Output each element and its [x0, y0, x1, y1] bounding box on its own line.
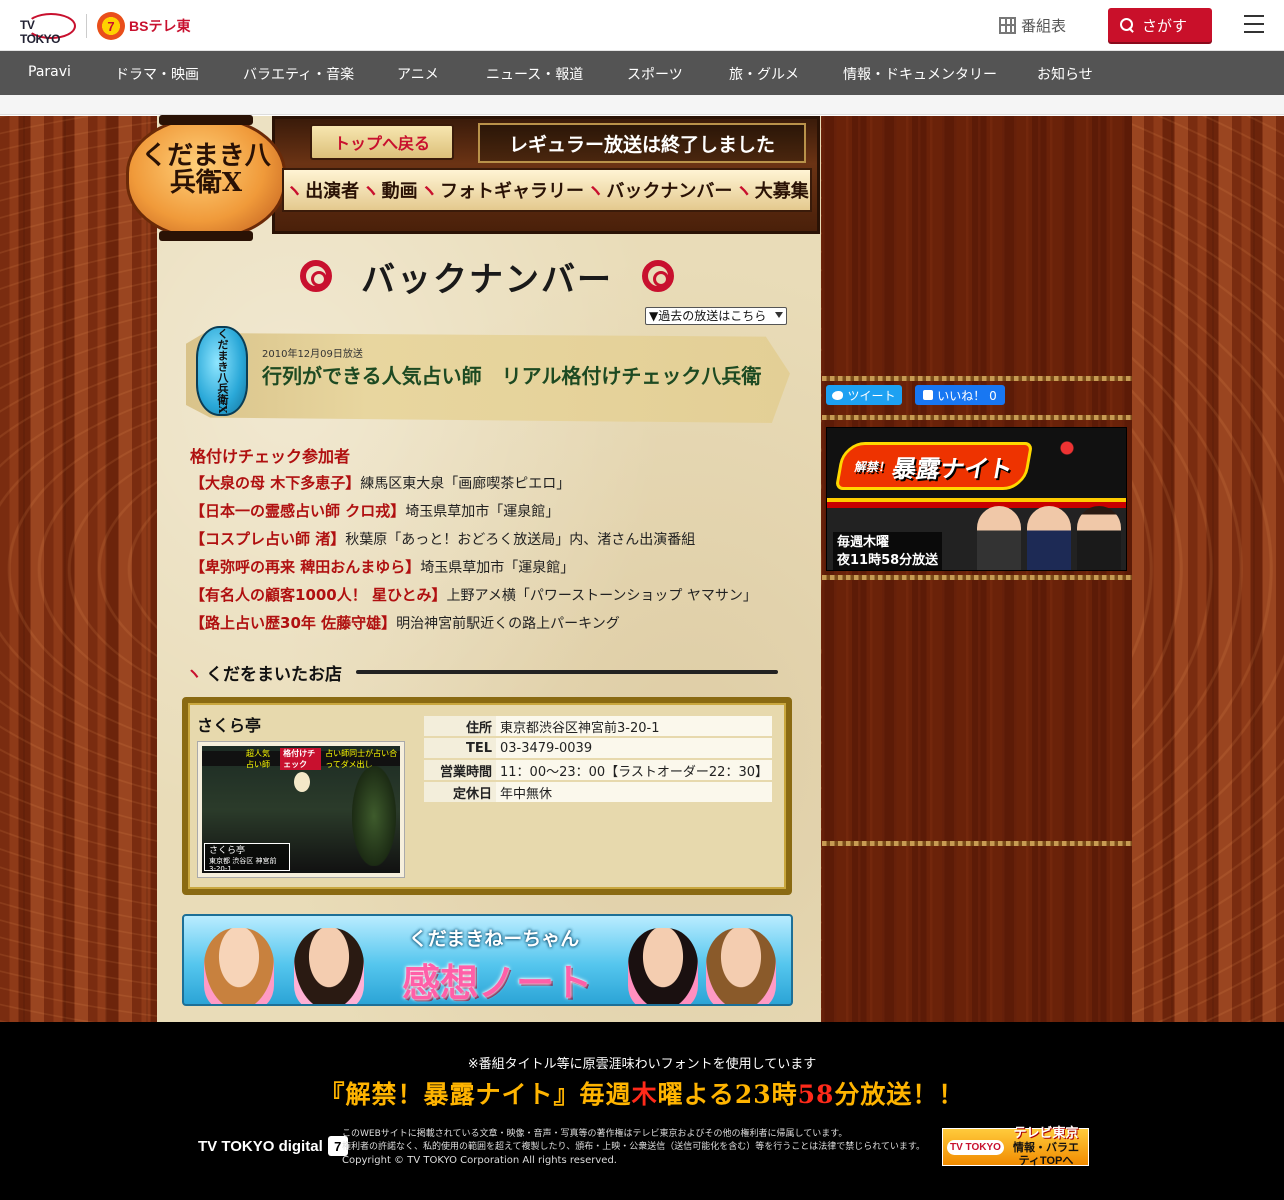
person-image [628, 928, 698, 1004]
episode-title: 行列ができる人気占い師 リアル格付けチェック八兵衛 [262, 364, 762, 388]
program-guide-label: 番組表 [1021, 17, 1067, 35]
list-item: 【コスプレ占い師 渚】秋葉原「あっと！おどろく放送局」内、渚さん出演番組 [190, 530, 696, 548]
ended-notice: レギュラー放送は終了しました [478, 123, 806, 163]
show-nav-video[interactable]: ヽ動画 [362, 177, 418, 203]
genre-nav: Paravi ドラマ・映画 バラエティ・音楽 アニメ ニュース・報道 スポーツ … [0, 51, 1284, 95]
kansou-line2: 感想ノート [401, 960, 592, 1005]
logo-divider [86, 14, 87, 38]
table-row: TEL 03-3479-0039 [424, 738, 772, 758]
like-button[interactable]: いいね！ 0 [915, 385, 1005, 405]
kansou-note-banner[interactable]: くだまきねーちゃん 感想ノート [182, 914, 793, 1006]
nav-item-news-notice[interactable]: お知らせ [1037, 64, 1093, 84]
show-nav: ヽ出演者 ヽ動画 ヽフォトギャラリー ヽバックナンバー ヽ大募集 [282, 168, 812, 212]
shop-name: さくら亭 [197, 716, 262, 735]
show-nav-recruit[interactable]: ヽ大募集 [735, 177, 809, 203]
lantern-icon [294, 772, 310, 792]
font-note: ※番組タイトル等に原雲涯味わいフォントを使用しています [467, 1057, 817, 1072]
list-item: 【大泉の母 木下多恵子】練馬区東大泉「画廊喫茶ピエロ」 [190, 474, 571, 492]
footer-promo: 『解禁！暴露ナイト』毎週木曜よる23時58分放送！！ [319, 1080, 965, 1109]
show-title: くだまき八兵衛X [141, 141, 271, 199]
show-nav-backnumber[interactable]: ヽバックナンバー [586, 177, 732, 203]
grid-icon [999, 17, 1016, 34]
bs-logo-text: BSテレ東 [129, 18, 191, 34]
tvtokyo-logo[interactable]: TV TOKYO [20, 11, 77, 46]
broadcast-time: 毎週木曜 夜11時58分放送 [833, 532, 943, 570]
tvtokyo-logo-text: TV TOKYO [20, 18, 60, 46]
nav-item-travel[interactable]: 旅・グルメ [729, 64, 799, 84]
brush-line [356, 670, 778, 674]
shop-section-title: くだをまいたお店 [206, 664, 343, 685]
person-image [1027, 506, 1071, 570]
rail-divider [822, 415, 1132, 420]
swirl-right-icon [642, 260, 674, 292]
page-heading: バックナンバー [300, 254, 674, 300]
page-title: バックナンバー [361, 259, 613, 300]
tick-icon: ヽ [186, 664, 203, 683]
shop-section-heading: ヽ くだをまいたお店 [186, 660, 786, 685]
site-footer [0, 1022, 1284, 1200]
archive-select-value: ▼過去の放送はこちら [649, 309, 767, 323]
lantern-cap-top [159, 115, 253, 125]
rail-divider [822, 575, 1132, 580]
social-buttons: ツイート いいね！ 0 [826, 385, 1005, 405]
bs-badge-icon: 7 [97, 12, 125, 40]
person-image [1077, 506, 1121, 570]
person-image [204, 928, 274, 1004]
shop-photo: 超人気占い師 格付けチェック 占い師同士が占い合ってダメ出し さくら亭 東京都 渋谷区… [197, 741, 405, 878]
lantern-cap-bottom [159, 231, 253, 241]
nav-item-sports[interactable]: スポーツ [627, 64, 683, 84]
episode-date: 2010年12月09日放送 [262, 349, 363, 360]
search-label: さがす [1142, 16, 1188, 35]
rail-divider [822, 376, 1132, 381]
photo-caption-strip: 超人気占い師 格付けチェック 占い師同士が占い合ってダメ出し [202, 747, 400, 770]
twitter-bird-icon [832, 390, 844, 400]
list-item: 【有名人の顧客1000人！ 星ひとみ】上野アメ横「パワーストーンショップ ヤマサ… [190, 586, 757, 604]
list-item: 【卑弥呼の再来 稗田おんまゆら】埼玉県草加市「運泉館」 [190, 558, 575, 576]
search-icon [1120, 18, 1134, 32]
rail-divider [822, 841, 1132, 846]
tweet-button[interactable]: ツイート [826, 385, 902, 405]
person-image [294, 928, 364, 1004]
site-header: TV TOKYO 7 BSテレ東 番組表 さがす [0, 0, 1284, 51]
blue-lantern-icon: くだまき八兵衛X [196, 326, 248, 416]
kansou-line1: くだまきねーちゃん [408, 928, 580, 950]
copyright: このWEBサイトに掲載されている文章・映像・音声・写真等の著作権はテレビ東京およ… [342, 1129, 926, 1167]
participants-list: 格付けチェック参加者 【大泉の母 木下多恵子】練馬区東大泉「画廊喫茶ピエロ」 【… [190, 443, 757, 641]
table-row: 住所 東京都渋谷区神宮前3-20-1 [424, 716, 772, 736]
sub-bar [0, 95, 1284, 115]
search-button[interactable]: さがす [1108, 8, 1212, 42]
show-logo-lantern[interactable]: くだまき八兵衛X [126, 115, 286, 241]
nav-item-documentary[interactable]: 情報・ドキュメンタリー [843, 64, 997, 84]
tvtokyo-variety-top-link[interactable]: TV TOKYO テレビ東京 情報・バラエティTOPへ [942, 1125, 1089, 1167]
bakuro-night-banner[interactable]: 解禁！ 暴露ナイト 毎週木曜 夜11時58分放送 [826, 427, 1127, 571]
person-image [706, 928, 776, 1004]
person-image [977, 506, 1021, 570]
tree-shape [352, 766, 396, 866]
back-to-top-button[interactable]: トップへ戻る [310, 124, 454, 160]
table-row: 定休日 年中無休 [424, 782, 772, 802]
list-item: 【路上占い歴30年 佐藤守雄】明治神宮前駅近くの路上パーキング [190, 614, 620, 632]
nav-item-drama[interactable]: ドラマ・映画 [115, 64, 199, 84]
participants-heading: 格付けチェック参加者 [190, 447, 351, 466]
tvtokyo-small-logo: TV TOKYO [947, 1139, 1004, 1155]
nav-item-paravi[interactable]: Paravi [28, 64, 71, 80]
shop-info-table: 住所 東京都渋谷区神宮前3-20-1 TEL 03-3479-0039 営業時間 11… [424, 714, 772, 804]
nav-item-variety[interactable]: バラエティ・音楽 [243, 64, 354, 84]
tvtokyo-digital-logo[interactable]: TV TOKYO digital 7 [198, 1136, 348, 1156]
show-nav-photo[interactable]: ヽフォトギャラリー [420, 177, 584, 203]
menu-icon[interactable] [1244, 15, 1264, 33]
photo-shop-label: さくら亭 東京都 渋谷区 神宮前 3-20-1 [204, 843, 290, 873]
bs-tvtokyo-logo[interactable]: 7 BSテレ東 [97, 11, 190, 41]
list-item: 【日本一の霊感占い師 クロ戎】埼玉県草加市「運泉館」 [190, 502, 560, 520]
table-row: 営業時間 11：00～23：00【ラストオーダー22：30】 [424, 760, 772, 780]
swirl-left-icon [300, 260, 332, 292]
thumbs-up-icon [923, 390, 934, 400]
archive-select[interactable]: ▼過去の放送はこちら [645, 307, 787, 325]
nav-item-news[interactable]: ニュース・報道 [486, 64, 583, 84]
chevron-down-icon [775, 312, 783, 318]
show-nav-cast[interactable]: ヽ出演者 [285, 177, 359, 203]
nav-item-anime[interactable]: アニメ [397, 64, 439, 84]
program-guide-link[interactable]: 番組表 [999, 15, 1066, 36]
bakuro-logo: 解禁！ 暴露ナイト [834, 442, 1034, 490]
